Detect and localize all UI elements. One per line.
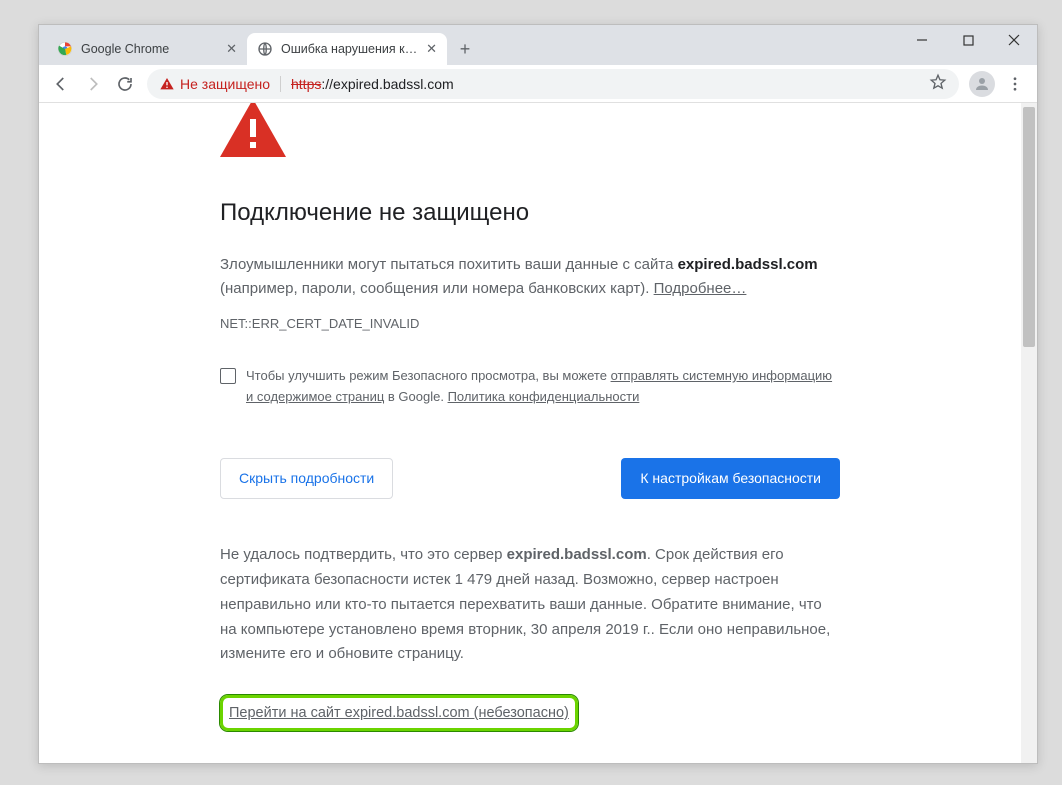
reload-button[interactable]: [109, 68, 141, 100]
intro-domain: expired.badssl.com: [678, 256, 818, 273]
back-button[interactable]: [45, 68, 77, 100]
warning-triangle-icon: [159, 76, 175, 92]
tab-title: Ошибка нарушения конфиденц: [281, 42, 420, 56]
tab-ssl-error[interactable]: Ошибка нарушения конфиденц ✕: [247, 33, 447, 65]
url-protocol: https: [291, 76, 321, 92]
proceed-link[interactable]: Перейти на сайт expired.badssl.com (небе…: [229, 705, 569, 721]
hide-details-button[interactable]: Скрыть подробности: [220, 458, 393, 500]
new-tab-button[interactable]: +: [451, 35, 479, 63]
menu-button[interactable]: [999, 68, 1031, 100]
window-controls: [899, 25, 1037, 55]
opt-in-text: Чтобы улучшить режим Безопасного просмот…: [246, 366, 840, 408]
details-paragraph: Не удалось подтвердить, что это сервер e…: [220, 543, 840, 667]
intro-paragraph: Злоумышленники могут пытаться похитить в…: [220, 253, 840, 300]
security-label: Не защищено: [180, 76, 270, 92]
globe-favicon: [257, 41, 273, 57]
scrollbar-thumb[interactable]: [1023, 107, 1035, 347]
error-code: NET::ERR_CERT_DATE_INVALID: [220, 314, 840, 334]
close-window-button[interactable]: [991, 25, 1037, 55]
tab-google-chrome[interactable]: Google Chrome ✕: [47, 33, 247, 65]
page-heading: Подключение не защищено: [220, 194, 840, 231]
learn-more-link[interactable]: Подробнее…: [654, 280, 747, 297]
address-bar[interactable]: Не защищено https ://expired.badssl.com: [147, 69, 959, 99]
proceed-highlight: Перейти на сайт expired.badssl.com (небе…: [220, 695, 578, 730]
forward-button[interactable]: [77, 68, 109, 100]
button-row: Скрыть подробности К настройкам безопасн…: [220, 458, 840, 500]
chrome-favicon: [57, 41, 73, 57]
opt-in-checkbox[interactable]: [220, 368, 236, 384]
titlebar: Google Chrome ✕ Ошибка нарушения конфиде…: [39, 25, 1037, 65]
bookmark-star-icon[interactable]: [929, 73, 947, 94]
warning-icon: [220, 103, 840, 164]
details-text-b: . Срок действия его сертификата безопасн…: [220, 546, 830, 662]
intro-text: Злоумышленники могут пытаться похитить в…: [220, 256, 678, 273]
minimize-button[interactable]: [899, 25, 945, 55]
security-chip[interactable]: Не защищено: [159, 76, 281, 92]
intro-suffix: (например, пароли, сообщения или номера …: [220, 280, 654, 297]
optin-prefix: Чтобы улучшить режим Безопасного просмот…: [246, 368, 611, 383]
tab-strip: Google Chrome ✕ Ошибка нарушения конфиде…: [39, 25, 479, 65]
ssl-interstitial: Подключение не защищено Злоумышленники м…: [220, 103, 840, 731]
url-host: ://expired.badssl.com: [321, 76, 453, 92]
page-content: Подключение не защищено Злоумышленники м…: [39, 103, 1021, 763]
browser-window: Google Chrome ✕ Ошибка нарушения конфиде…: [38, 24, 1038, 764]
back-to-safety-button[interactable]: К настройкам безопасности: [621, 458, 840, 500]
maximize-button[interactable]: [945, 25, 991, 55]
tab-title: Google Chrome: [81, 42, 220, 56]
optin-mid: в Google.: [384, 389, 447, 404]
tab-close-icon[interactable]: ✕: [426, 41, 437, 57]
tab-close-icon[interactable]: ✕: [226, 41, 237, 57]
toolbar: Не защищено https ://expired.badssl.com: [39, 65, 1037, 103]
privacy-policy-link[interactable]: Политика конфиденциальности: [448, 389, 640, 404]
profile-avatar[interactable]: [969, 71, 995, 97]
opt-in-row: Чтобы улучшить режим Безопасного просмот…: [220, 366, 840, 408]
content-area: Подключение не защищено Злоумышленники м…: [39, 103, 1037, 763]
scrollbar[interactable]: [1021, 103, 1037, 763]
details-text-a: Не удалось подтвердить, что это сервер: [220, 546, 507, 563]
details-domain: expired.badssl.com: [507, 546, 647, 563]
